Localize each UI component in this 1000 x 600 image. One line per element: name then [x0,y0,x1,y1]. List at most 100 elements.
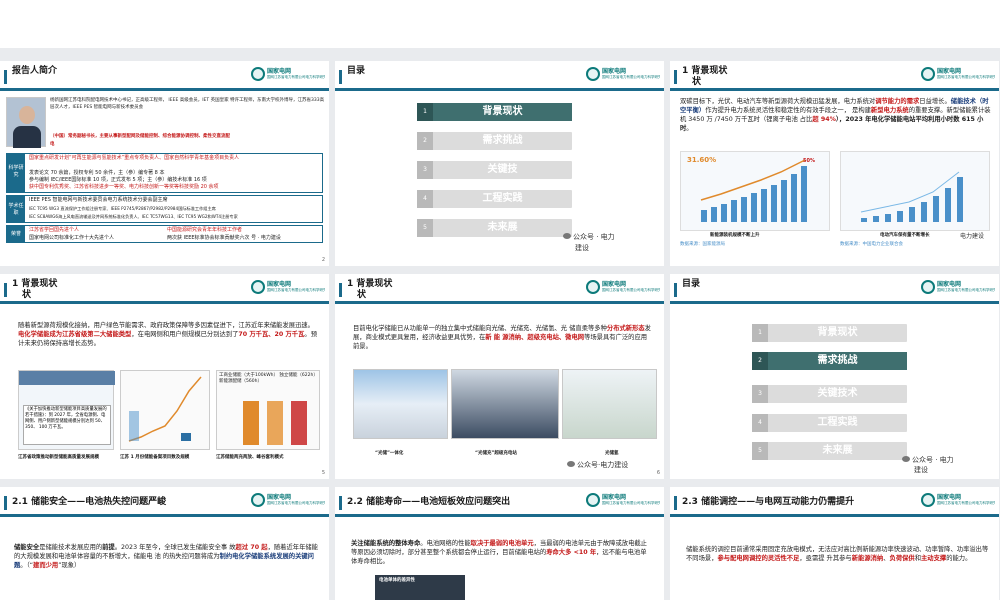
body-text: 储能安全是储能技术发展应用的前提。2023 年至今，全球已发生储能安全事 故超过… [14,544,318,569]
bar [701,210,707,222]
toc-item-2[interactable]: 2 需求挑战 [752,352,907,370]
wechat-watermark: 公众号 · 电力 [563,232,615,242]
company-logo: 国家电网 国网江苏省电力有限公司电力科学研究院 [586,491,660,513]
filing-chart [120,370,210,450]
group-academic: 学术任职 IEEE PES 智能电网与新技术委员会电力系统技术分委会副主席 IE… [6,195,323,223]
photo-hydrogen [562,369,657,439]
slide-header: 1 背景现状 状 国家电网 国网江苏省电力有限公司电力科学研究院 [670,61,999,91]
body-text: 双碳目标下，光伏、电动汽车等新型源荷大规模迅猛发展，电力系统对调节能力的需求日益… [680,98,991,132]
slide-header: 报告人简介 国家电网 国网江苏省电力有限公司电力科学研究院 [0,61,329,91]
slide-title: 目录 [347,66,366,76]
filing-chart-svg [128,376,202,442]
toc-item-1[interactable]: 1 背景现状 [752,324,907,342]
slide-8[interactable]: 2.2 储能寿命——电池短板效应问题突出 国家电网 国网江苏省电力有限公司电力科学… [335,487,664,600]
bar [291,401,307,445]
body-text: 目前电化学储能已从功能单一的独立集中式储能向光储、光储充、光储氢、光 储直柔等多… [353,325,651,350]
percent-label-a: 31.60% [687,156,717,164]
slide-title: 2.3 储能调控——与电网互动能力仍需提升 [682,497,855,507]
bar [751,193,757,222]
slide-title: 1 背景现状 [12,279,58,289]
toc-item-5[interactable]: 5 未来展 [752,442,907,460]
speaker-intro-2: （中国）常务副秘书长，主要从事新型配网及储能控制、综合能源协调控制、柔性交直流配 [50,134,230,139]
bar [945,188,951,222]
photo-solar-storage [353,369,448,439]
toc-item-3[interactable]: 3 关键技 [417,161,572,179]
company-logo: 国家电网 国网江苏省电力有限公司电力科学研究院 [921,65,995,87]
slide-6[interactable]: 目录 国家电网 国网江苏省电力有限公司电力科学研究院 1 背景现状 2 需求挑战 3关… [670,274,999,479]
bar [741,197,747,222]
slide-4[interactable]: 1 背景现状 状 国家电网 国网江苏省电力有限公司电力科学研究院 随着新型源荷规模… [0,274,329,479]
wechat-icon [563,233,571,239]
bar [761,189,767,222]
logo-icon [921,493,935,507]
bar [129,411,139,441]
trend-line [860,171,960,213]
page-number: 5 [321,470,325,476]
bar [909,207,915,222]
logo-icon [251,280,265,294]
slide-5[interactable]: 1 背景现状 状 国家电网 国网江苏省电力有限公司电力科学研究院 目前电化学储能已… [335,274,664,479]
wechat-watermark: 公众号 · 电力 [902,455,954,465]
slide-7[interactable]: 2.1 储能安全——电池热失控问题严峻 国家电网 国网江苏省电力有限公司电力科学研… [0,487,329,600]
logo-icon [921,67,935,81]
bar [897,211,903,222]
slide-header: 2.1 储能安全——电池热失控问题严峻 国家电网 国网江苏省电力有限公司电力科学研… [0,487,329,517]
body-text: 关注储能系统的整体寿命。电池网络的性能取决于最弱的电池单元，当最弱的电池单元由于… [351,540,647,565]
slide-title: 1 背景现状 [347,279,393,289]
bar [731,200,737,222]
toc-item-4[interactable]: 4 工程实践 [752,414,907,432]
toc-item-4[interactable]: 4 工程实践 [417,190,572,208]
bar [885,214,891,222]
body-text: 储能系统的调控目前通常采用固定充放电模式，无法应对高比例新能源功率快速波动、功率… [686,546,989,562]
bar [243,401,259,445]
company-logo: 国家电网 国网江苏省电力有限公司电力科学研究院 [586,278,660,300]
photo-charging-station [451,369,559,439]
body-text: 随着新型源荷规模化接纳，用户绿色节能需求、政府政策保障等多因素促进下，江苏近年来… [18,322,317,347]
logo-icon [251,67,265,81]
logo-icon [586,67,600,81]
page-number: 2 [321,257,325,263]
slide-2[interactable]: 目录 国家电网 国网江苏省电力有限公司电力科学研究院 1 背景现状 2 需求挑战 3关… [335,61,664,266]
trend-line [128,376,202,442]
speaker-intro-3: 电 [50,142,55,147]
toc-item-2[interactable]: 2 需求挑战 [417,132,572,150]
slide-header: 2.3 储能调控——与电网互动能力仍需提升 国家电网 国网江苏省电力有限公司电力科… [670,487,999,517]
percent-label-b: 50% [803,158,815,164]
slide-title: 1 背景现状 [682,66,728,76]
bar [771,185,777,222]
logo-icon [921,280,935,294]
company-logo: 国家电网 国网江苏省电力有限公司电力科学研究院 [921,491,995,513]
slide-header: 2.2 储能寿命——电池短板效应问题突出 国家电网 国网江苏省电力有限公司电力科学… [335,487,664,517]
slide-header: 目录 国家电网 国网江苏省电力有限公司电力科学研究院 [335,61,664,91]
peak-valley-chart: 工商业储能（大于100kWh） 独立储能（622h）新能源配储（560h） [216,370,320,450]
top-strip [0,0,1000,48]
company-logo: 国家电网 国网江苏省电力有限公司电力科学研究院 [586,65,660,87]
slide-1[interactable]: 报告人简介 国家电网 国网江苏省电力有限公司电力科学研究院 杨新国网江苏电科院配电… [0,61,329,266]
logo-icon [586,493,600,507]
slide-header: 1 背景现状 状 国家电网 国网江苏省电力有限公司电力科学研究院 [0,274,329,304]
logo-icon [586,280,600,294]
slide-3[interactable]: 1 背景现状 状 国家电网 国网江苏省电力有限公司电力科学研究院 双碳目标下，光伏… [670,61,999,266]
bar [721,204,727,222]
toc-item-5[interactable]: 5 未来展 [417,219,572,237]
company-logo: 国家电网 国网江苏省电力有限公司电力科学研究院 [251,491,325,513]
group-research: 科学研究 国家重点研发计划“可再生能源与氢能技术”重点专项负责人、国家自然科学青… [6,153,323,193]
slide-title: 报告人简介 [12,66,58,76]
slide-title: 目录 [682,279,701,289]
page-number: 6 [656,470,660,476]
toc-item-3[interactable]: 3 关键技术 [752,385,907,403]
bar [267,401,283,445]
bar [791,174,797,222]
slide-9[interactable]: 2.3 储能调控——与电网互动能力仍需提升 国家电网 国网江苏省电力有限公司电力科… [670,487,999,600]
bar [711,207,717,222]
logo-icon [251,493,265,507]
bar [933,196,939,222]
toc-item-1[interactable]: 1 背景现状 [417,103,572,121]
slide-title: 2.2 储能寿命——电池短板效应问题突出 [347,497,511,507]
bar [181,433,191,441]
chart-renewables-svg [700,159,807,222]
company-logo: 国家电网 国网江苏省电力有限公司电力科学研究院 [251,278,325,300]
bar [781,180,787,222]
group-honor: 荣誉 江苏省学回国先进个人 国家电网公司标准化工作十大先进个人 中国能源研究会青… [6,225,323,243]
bar [861,218,867,222]
